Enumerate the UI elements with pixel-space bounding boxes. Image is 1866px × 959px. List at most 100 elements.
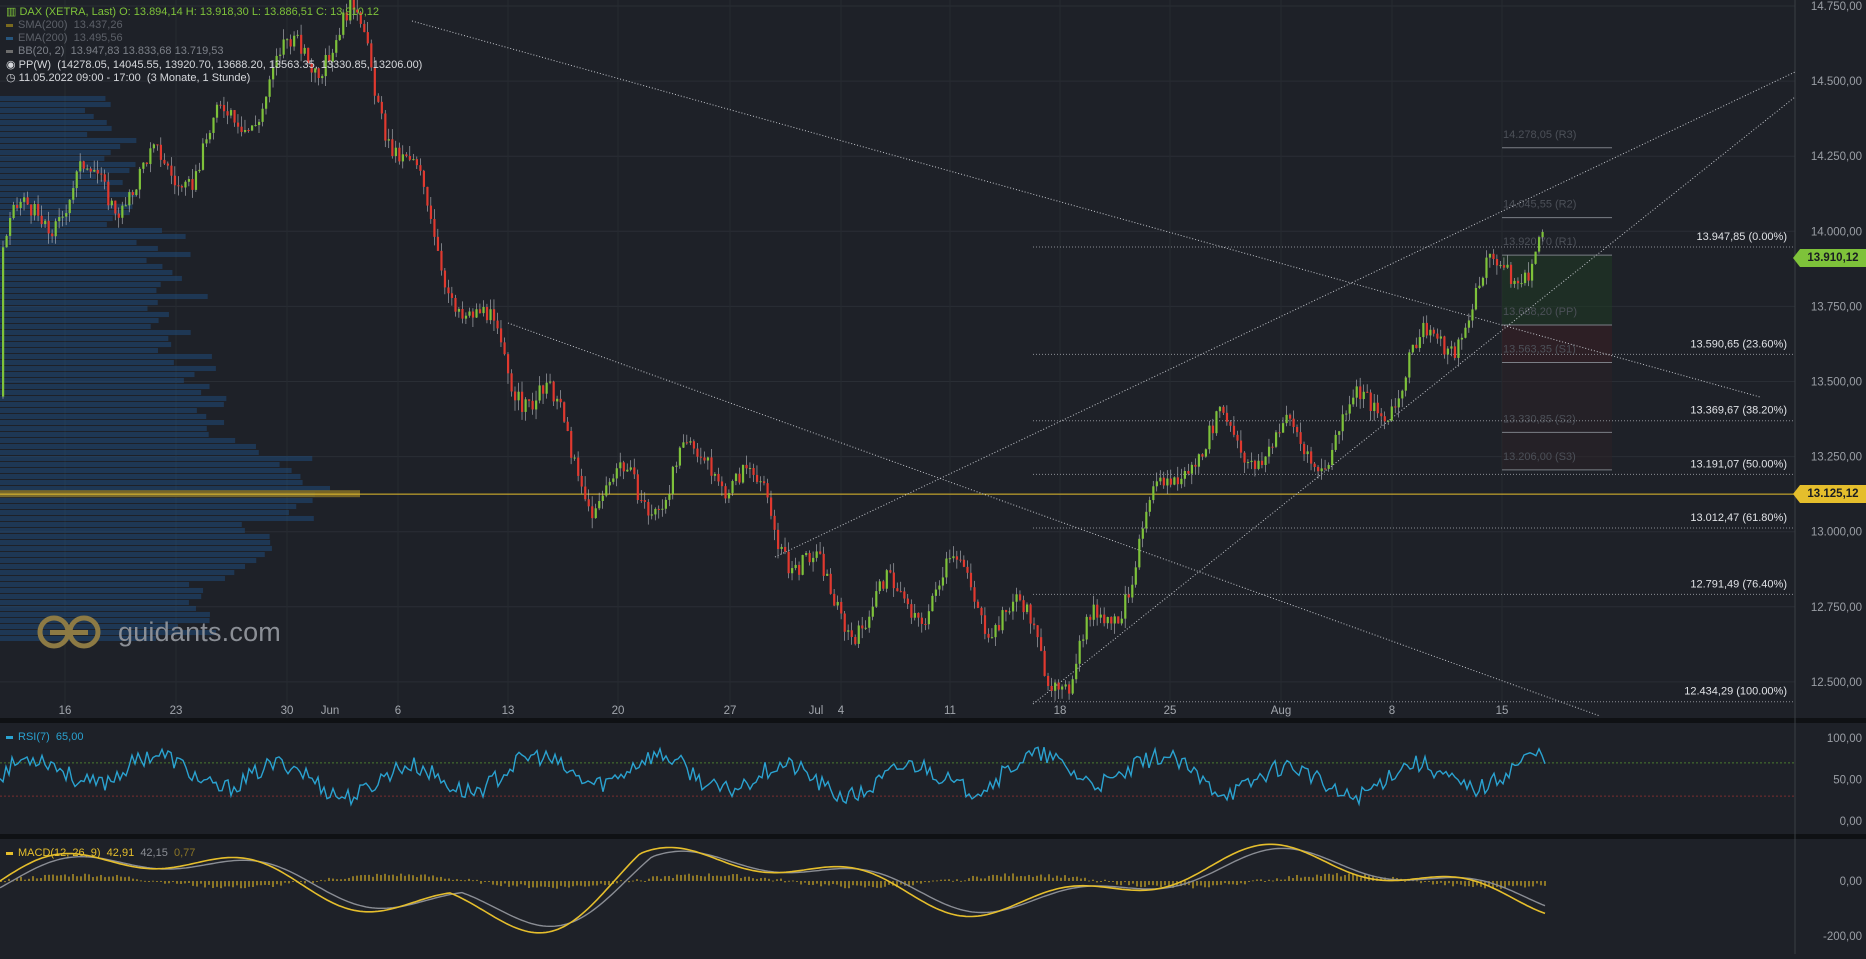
macd-histogram-bar <box>1008 876 1010 881</box>
macd-histogram-bar <box>792 880 794 882</box>
volume-profile-bar <box>0 462 280 467</box>
macd-histogram-bar <box>640 880 642 882</box>
macd-histogram-bar <box>88 874 90 881</box>
macd-histogram-bar <box>1528 881 1530 887</box>
macd-histogram-bar <box>1196 881 1198 886</box>
candle-up <box>215 104 219 118</box>
candle-down <box>1310 451 1313 464</box>
macd-histogram-bar <box>1464 881 1466 887</box>
volume-profile-bar <box>0 144 121 149</box>
time-range[interactable]: ◷ 11.05.2022 09:00 - 17:00 (3 Monate, 1 … <box>6 72 250 85</box>
candle-down <box>640 500 643 502</box>
price-axis-label: 13.250,00 <box>1811 452 1862 464</box>
volume-profile-bar <box>0 588 204 593</box>
macd-histogram-bar <box>44 874 46 881</box>
macd-histogram-bar <box>360 875 362 881</box>
candle-down <box>829 573 832 594</box>
candle-up <box>1071 679 1074 694</box>
macd-histogram-bar <box>340 879 342 881</box>
watermark-text: guidants.com <box>118 616 281 647</box>
candle-up <box>868 616 871 628</box>
chart-canvas[interactable]: 14.278,05 (R3)14.045,55 (R2)13.920,70 (R… <box>0 0 1866 954</box>
macd-histogram-bar <box>152 880 154 882</box>
macd-histogram-bar <box>424 874 426 881</box>
candle-up <box>482 306 485 314</box>
candle-up <box>261 108 264 122</box>
candle-up <box>812 557 815 563</box>
volume-profile-bar <box>0 288 157 293</box>
candle-down <box>1187 470 1190 474</box>
candle-down <box>1194 464 1197 467</box>
candle-up <box>1387 420 1390 422</box>
macd-histogram-bar <box>544 881 546 887</box>
macd-histogram-bar <box>564 881 566 887</box>
volume-profile-bar <box>0 282 161 287</box>
macd-histogram-bar <box>748 876 750 881</box>
rsi-legend[interactable]: RSI(7) 65,00 <box>6 731 83 743</box>
candle-down <box>1029 604 1032 624</box>
candle-down <box>955 556 959 560</box>
macd-histogram-bar <box>92 877 94 881</box>
volume-profile-bar <box>0 504 297 509</box>
candle-down <box>236 122 240 127</box>
indicator-pivot[interactable]: ◉ PP(W) (14278.05, 14045.55, 13920.70, 1… <box>6 59 422 72</box>
instrument-legend[interactable]: ▥ DAX (XETRA, Last) O: 13.894,14 H: 13.9… <box>6 6 379 19</box>
candle-up <box>675 465 678 467</box>
candle-down <box>1176 477 1179 485</box>
volume-profile-bar <box>0 354 212 359</box>
candle-up <box>805 553 808 556</box>
candle-down <box>496 320 499 329</box>
candle-down <box>506 354 510 374</box>
candle-up <box>994 624 997 638</box>
macd-histogram-bar <box>1336 873 1338 881</box>
candle-down <box>1040 637 1043 651</box>
chart-area[interactable]: 14.278,05 (R3) 14.045,55 (R2) 13.920,70 (R… <box>0 0 1866 954</box>
macd-histogram-bar <box>1124 881 1126 883</box>
candle-up <box>913 612 916 618</box>
macd-histogram-bar <box>1300 877 1302 881</box>
macd-legend[interactable]: MACD(12, 26, 9) 42,91 42,15 0,77 <box>6 847 195 859</box>
time-axis-label: 25 <box>1164 705 1177 717</box>
volume-profile-bar <box>0 480 303 485</box>
candle-down <box>107 181 110 206</box>
candle-down <box>159 144 163 160</box>
macd-histogram-bar <box>128 876 130 881</box>
indicator-bb[interactable]: BB(20, 2) 13.947,83 13.833,68 13.719,53 <box>6 45 224 58</box>
macd-histogram-bar <box>1156 881 1158 886</box>
macd-histogram-bar <box>76 876 78 881</box>
volume-profile-bar <box>0 366 216 371</box>
macd-histogram-bar <box>1432 881 1434 885</box>
candle-up <box>1008 611 1011 613</box>
time-axis-label: Aug <box>1271 705 1291 717</box>
macd-histogram-bar <box>1448 881 1450 884</box>
candle-up <box>75 171 78 189</box>
candle-up <box>549 381 552 383</box>
indicator-ema[interactable]: EMA(200) 13.495,56 <box>6 32 123 45</box>
candle-down <box>1043 650 1046 676</box>
candle-up <box>124 205 127 207</box>
candle-down <box>1425 322 1428 336</box>
candle-down <box>1229 421 1232 426</box>
rsi-axis-label: 50,00 <box>1833 775 1862 787</box>
candle-down <box>415 159 419 166</box>
candle-down <box>1436 333 1439 339</box>
volume-profile-bar <box>0 150 111 155</box>
price-axis-label: 12.500,00 <box>1811 677 1862 689</box>
macd-histogram-bar <box>508 881 510 887</box>
macd-histogram-bar <box>408 874 410 881</box>
rsi-axis-label: 0,00 <box>1840 816 1862 828</box>
time-axis-label: 6 <box>395 705 401 717</box>
macd-histogram-bar <box>124 877 126 881</box>
candle-down <box>1117 616 1120 624</box>
fib-level-label: 13.012,47 (61.80%) <box>1690 512 1787 524</box>
macd-histogram-bar <box>860 881 862 886</box>
candle-down <box>82 161 85 169</box>
indicator-sma[interactable]: SMA(200) 13.437,26 <box>6 19 123 32</box>
macd-histogram-bar <box>248 881 250 887</box>
candle-up <box>1215 411 1218 434</box>
candle-up <box>945 558 948 578</box>
macd-histogram-bar <box>1164 881 1166 886</box>
candle-up <box>475 309 478 318</box>
candle-up <box>1390 406 1393 421</box>
candle-up <box>184 181 187 188</box>
